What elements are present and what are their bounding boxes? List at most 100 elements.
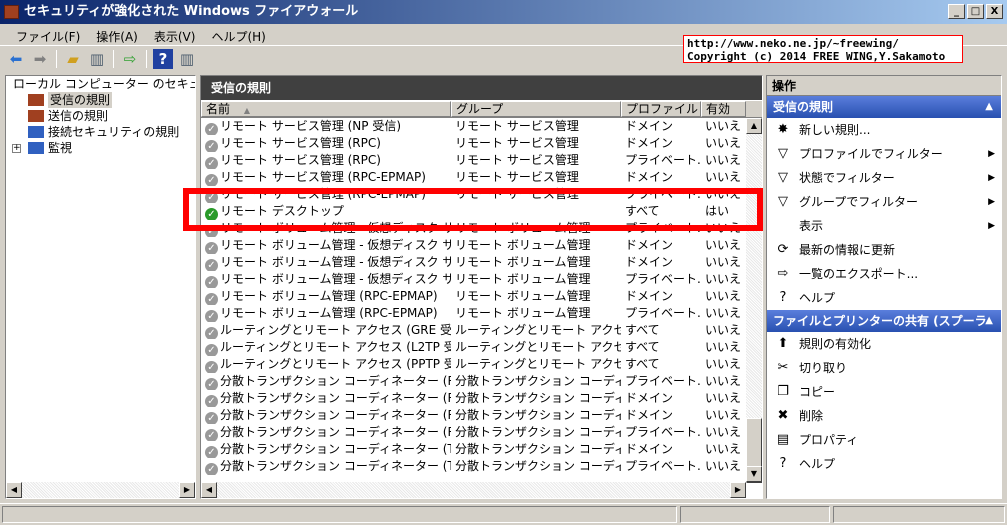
export-list-icon[interactable]: ⇨ <box>120 49 140 69</box>
forward-icon[interactable]: ➡ <box>30 49 50 69</box>
action-label: 削除 <box>799 409 824 423</box>
rules-horizontal-scrollbar[interactable]: ◀ ▶ <box>201 482 746 498</box>
cell-group: リモート ボリューム管理 <box>455 306 591 320</box>
cell-enabled: いいえ <box>705 255 742 269</box>
table-row[interactable]: ✓ 分散トランザクション コーディネーター (RPC) 分散トランザクション コー… <box>201 373 762 390</box>
table-row[interactable]: ✓ リモート サービス管理 (RPC) リモート サービス管理 ドメイン いいえ <box>201 135 762 152</box>
disabled-rule-icon: ✓ <box>205 446 218 458</box>
action-label: プロパティ <box>799 433 859 447</box>
cell-enabled: いいえ <box>705 289 742 303</box>
minimize-button[interactable]: _ <box>948 4 965 19</box>
cell-group: リモート サービス管理 <box>455 136 579 150</box>
action-item[interactable]: ⟳ 最新の情報に更新 <box>767 238 1001 262</box>
table-row[interactable]: ✓リモート ボリューム管理 - 仮想ディスク サービス... リモート ボリュー… <box>201 254 762 271</box>
disabled-rule-icon: ✓ <box>205 378 218 390</box>
firewall-icon <box>4 5 19 19</box>
disabled-rule-icon: ✓ <box>205 242 218 254</box>
table-row[interactable]: ✓ リモート ボリューム管理 (RPC-EPMAP) リモート ボリューム管理 ド… <box>201 288 762 305</box>
table-row[interactable]: ✓リモート ボリューム管理 - 仮想ディスク サービス... リモート ボリュー… <box>201 271 762 288</box>
cell-group: ルーティングとリモート アクセス <box>455 340 621 354</box>
column-enabled[interactable]: 有効 <box>701 101 746 117</box>
action-item[interactable]: ? ヘルプ <box>767 452 1001 476</box>
action-label: 規則の有効化 <box>799 337 872 351</box>
section-inbound-rules[interactable]: 受信の規則 ▲ <box>767 96 1001 118</box>
close-button[interactable]: X <box>986 4 1003 19</box>
table-row[interactable]: ✓分散トランザクション コーディネーター (TCP 受... 分散トランザクショ… <box>201 458 762 475</box>
column-name[interactable]: 名前 ▲ <box>201 101 451 117</box>
section-selected-rule[interactable]: ファイルとプリンターの共有 (スプーラー... ▲ <box>767 310 1001 350</box>
menu-file[interactable]: ファイル(F) <box>8 24 88 45</box>
table-row[interactable]: ✓ リモート サービス管理 (RPC-EPMAP) リモート サービス管理 ドメイ… <box>201 169 762 186</box>
action-label: ヘルプ <box>799 291 836 305</box>
menu-help[interactable]: ヘルプ(H) <box>203 24 273 45</box>
rules-vertical-scrollbar[interactable]: ▲ ▼ <box>746 118 762 483</box>
table-row[interactable]: ✓ リモート サービス管理 (RPC) リモート サービス管理 プライベート...… <box>201 152 762 169</box>
up-folder-icon[interactable]: ▰ <box>63 49 83 69</box>
table-row[interactable]: ✓ リモート サービス管理 (NP 受信) リモート サービス管理 ドメイン いい… <box>201 118 762 135</box>
show-hide-tree-icon[interactable]: ▥ <box>87 49 107 69</box>
tree-item-connection-security[interactable]: 接続セキュリティの規則 <box>6 124 195 140</box>
tree-horizontal-scrollbar[interactable]: ◀ ▶ <box>6 482 195 498</box>
help-icon: ? <box>779 456 787 471</box>
action-item[interactable]: ▽ グループでフィルター ▶ <box>767 190 1001 214</box>
tree-item-label: 受信の規則 <box>48 92 113 108</box>
table-row[interactable]: ✓ ルーティングとリモート アクセス (GRE 受信) ルーティングとリモート ア… <box>201 322 762 339</box>
show-hide-action-pane-icon[interactable]: ▥ <box>177 49 197 69</box>
action-item[interactable]: ✸ 新しい規則... <box>767 118 1001 142</box>
expand-icon[interactable]: + <box>12 143 21 153</box>
action-item[interactable]: ⇨ 一覧のエクスポート... <box>767 262 1001 286</box>
action-label: 最新の情報に更新 <box>799 243 896 257</box>
cell-name: ✓リモート ボリューム管理 - 仮想ディスク サービス... <box>201 237 451 254</box>
back-icon[interactable]: ⬅ <box>6 49 26 69</box>
action-item[interactable]: ✖ 削除 <box>767 404 1001 428</box>
help-icon[interactable]: ? <box>153 49 173 69</box>
tree-root[interactable]: ローカル コンピューター のセキュリティ <box>6 76 195 92</box>
table-row[interactable]: ✓ リモート ボリューム管理 (RPC-EPMAP) リモート ボリューム管理 プ… <box>201 305 762 322</box>
refresh-icon: ⟳ <box>777 242 789 257</box>
action-label: 新しい規則... <box>799 123 871 137</box>
disabled-rule-icon: ✓ <box>205 344 218 356</box>
cell-profile: プライベート... <box>625 374 701 388</box>
rules-pane: 受信の規則 名前 ▲ グループ プロファイル 有効 ✓ リモート サービス管理 (… <box>200 75 763 499</box>
table-row[interactable]: ✓リモート ボリューム管理 - 仮想ディスク サービス... リモート ボリュー… <box>201 237 762 254</box>
action-item[interactable]: ? ヘルプ <box>767 286 1001 310</box>
disabled-rule-icon: ✓ <box>205 157 218 169</box>
table-row[interactable]: ✓分散トランザクション コーディネーター (TCP 受... 分散トランザクショ… <box>201 441 762 458</box>
cell-enabled: いいえ <box>705 357 742 371</box>
action-item[interactable]: ❐ コピー <box>767 380 1001 404</box>
cell-profile: すべて <box>625 340 660 354</box>
menu-action[interactable]: 操作(A) <box>88 24 146 45</box>
column-group[interactable]: グループ <box>451 101 621 117</box>
table-row[interactable]: ✓分散トランザクション コーディネーター (RPC-EP... 分散トランザクシ… <box>201 407 762 424</box>
cell-profile: プライベート... <box>625 153 701 167</box>
column-profile[interactable]: プロファイル <box>621 101 701 117</box>
cell-profile: ドメイン <box>625 289 674 303</box>
cell-group: 分散トランザクション コーディネー... <box>455 459 621 473</box>
cell-enabled: いいえ <box>705 272 742 286</box>
table-row[interactable]: ✓ ルーティングとリモート アクセス (L2TP 受信) ルーティングとリモート … <box>201 339 762 356</box>
cell-enabled: いいえ <box>705 340 742 354</box>
tree-item-outbound[interactable]: 送信の規則 <box>6 108 195 124</box>
action-item[interactable]: ▽ プロファイルでフィルター ▶ <box>767 142 1001 166</box>
cell-group: リモート ボリューム管理 <box>455 289 591 303</box>
action-label: ヘルプ <box>799 457 836 471</box>
tree-item-inbound[interactable]: 受信の規則 <box>6 92 195 108</box>
maximize-button[interactable]: □ <box>967 4 984 19</box>
cell-enabled: いいえ <box>705 136 742 150</box>
action-item[interactable]: ▽ 状態でフィルター ▶ <box>767 166 1001 190</box>
tree-item-monitoring[interactable]: + 監視 <box>6 140 195 156</box>
cell-group: リモート サービス管理 <box>455 170 579 184</box>
action-item[interactable]: ✂ 切り取り <box>767 356 1001 380</box>
table-row[interactable]: ✓分散トランザクション コーディネーター (RPC-EP... 分散トランザクシ… <box>201 424 762 441</box>
cut-icon: ✂ <box>777 360 789 375</box>
menu-view[interactable]: 表示(V) <box>146 24 204 45</box>
action-item[interactable]: ▤ プロパティ <box>767 428 1001 452</box>
action-item[interactable]: ⬆ 規則の有効化 <box>767 332 1001 356</box>
action-item[interactable]: 表示 ▶ <box>767 214 1001 238</box>
filter-icon: ▽ <box>778 170 788 185</box>
cell-name: ✓ リモート ボリューム管理 (RPC-EPMAP) <box>201 305 451 322</box>
cell-group: 分散トランザクション コーディネー... <box>455 442 621 456</box>
table-row[interactable]: ✓ 分散トランザクション コーディネーター (RPC) 分散トランザクション コー… <box>201 390 762 407</box>
table-row[interactable]: ✓ ルーティングとリモート アクセス (PPTP 受信) ルーティングとリモート … <box>201 356 762 373</box>
cell-group: 分散トランザクション コーディネー... <box>455 408 621 422</box>
